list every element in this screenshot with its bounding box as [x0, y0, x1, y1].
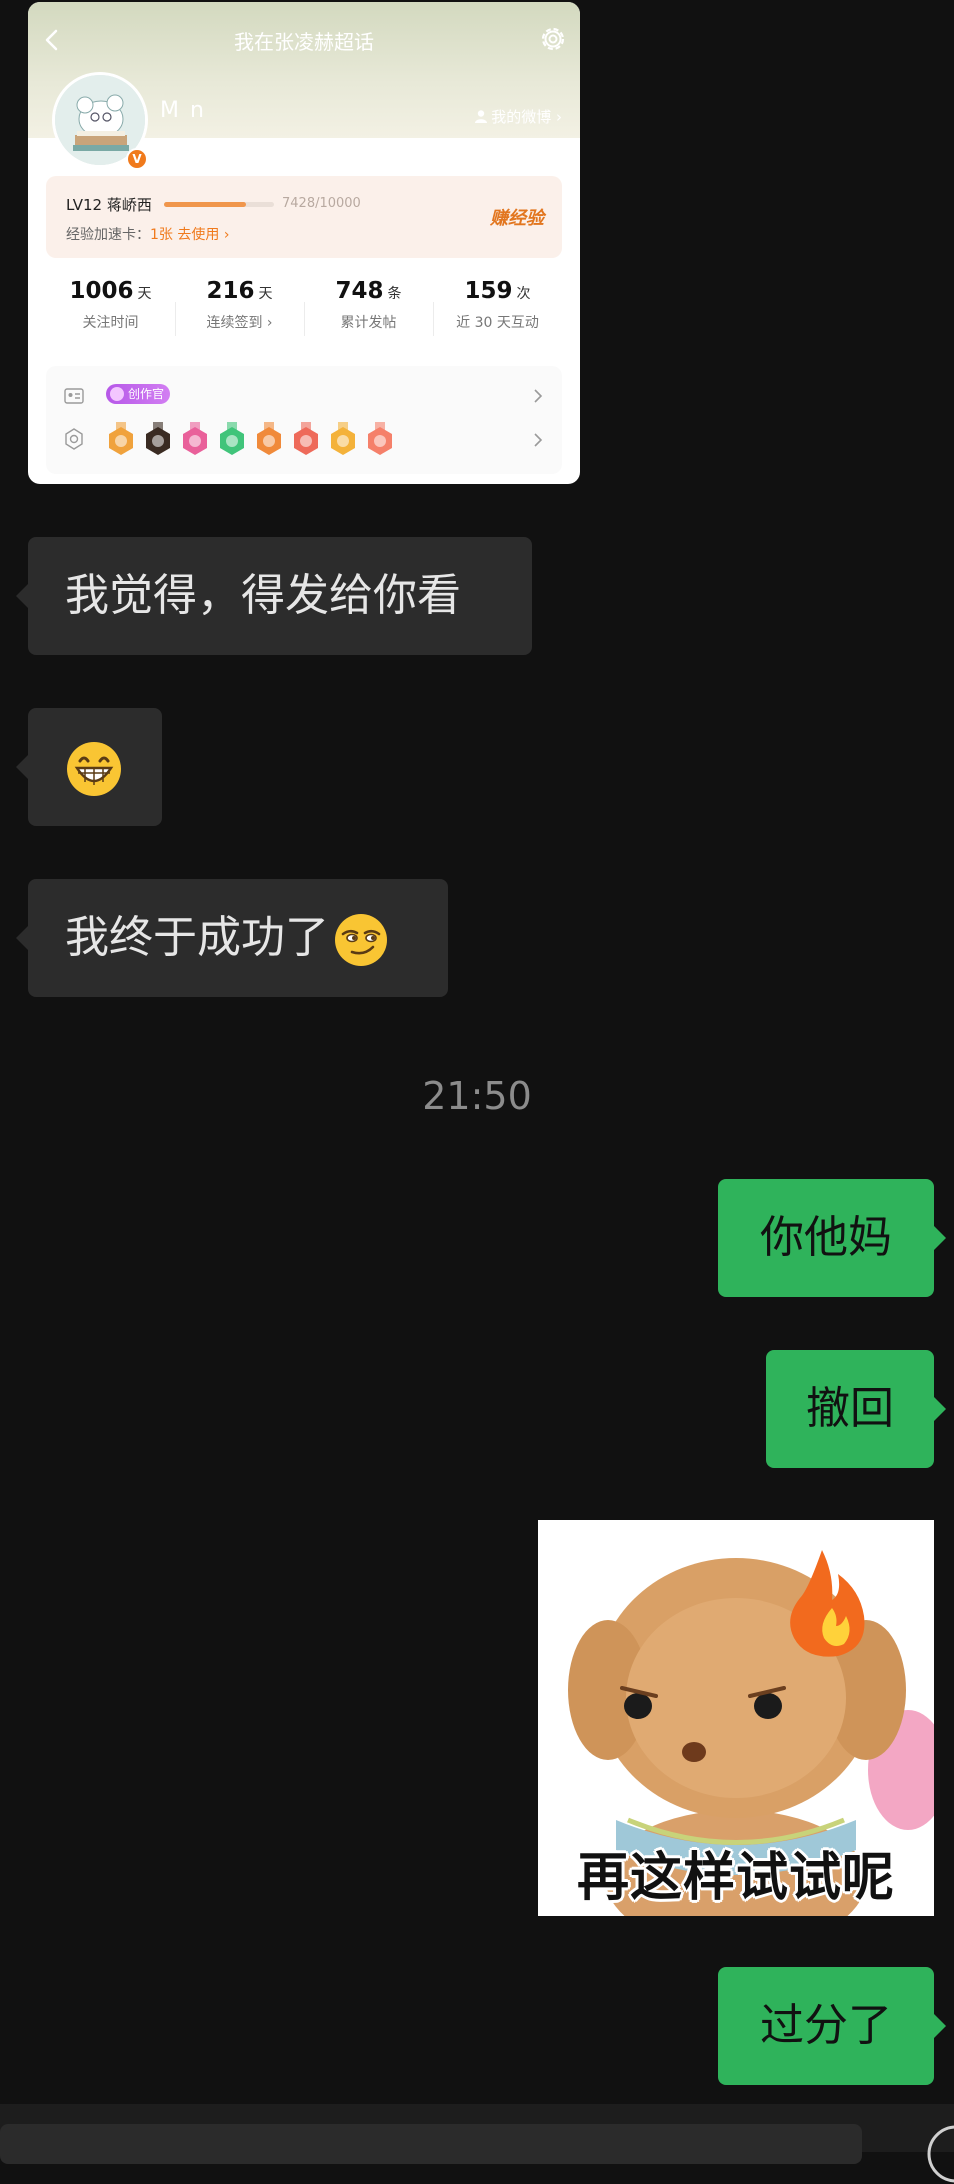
medal-badge-icon[interactable]	[217, 422, 247, 456]
supertopic-title: 我在张凌赫超话	[234, 30, 374, 54]
grinning-face-icon	[67, 742, 121, 796]
chevron-right-icon[interactable]	[532, 432, 544, 448]
sticker-message[interactable]: 再这样试试呢	[538, 1520, 934, 1916]
card-header: 我在张凌赫超话 V M n 我的微博 ›	[28, 2, 580, 170]
message-bubble-outgoing[interactable]: 你他妈	[718, 1179, 946, 1297]
smirking-face-icon	[335, 914, 387, 966]
level-label: LV12 蒋峤西	[66, 196, 152, 214]
stat-total-posts: 748 条 累计发帖	[304, 278, 433, 332]
level-progress-fill	[164, 202, 246, 207]
medal-badge-icon[interactable]	[143, 422, 173, 456]
verified-badge: V	[126, 148, 148, 170]
exp-card-count: 1张	[150, 227, 173, 243]
stat-unit: 次	[516, 286, 531, 302]
my-weibo-link[interactable]: 我的微博 ›	[474, 106, 562, 127]
message-text: 撤回	[806, 1383, 894, 1434]
message-text: 我觉得，得发给你看	[65, 570, 461, 621]
stat-value: 159	[464, 278, 513, 304]
chat-input-bar	[0, 2104, 954, 2164]
sticker-caption: 再这样试试呢	[576, 1848, 895, 1908]
stats-row: 1006 天 关注时间 216 天 连续签到 › 748 条 累计发帖 159 次 近 …	[46, 278, 562, 358]
chevron-right-icon[interactable]	[532, 388, 544, 404]
message-bubble-outgoing[interactable]: 撤回	[766, 1350, 946, 1468]
stat-value: 748	[335, 278, 384, 304]
stat-unit: 条	[387, 286, 402, 302]
badge-panel: 创作官	[46, 366, 562, 474]
message-text: 过分了	[760, 2000, 892, 2051]
message-bubble-outgoing[interactable]: 过分了	[718, 1967, 946, 2085]
level-progress-bar	[164, 202, 274, 207]
level-progress-text: 7428/10000	[282, 196, 361, 211]
creator-tag[interactable]: 创作官	[106, 384, 171, 404]
exp-card-prefix: 经验加速卡：	[66, 227, 150, 243]
medal-badge-icon[interactable]	[365, 422, 395, 456]
gear-icon[interactable]	[538, 24, 568, 54]
medal-badge-icon[interactable]	[180, 422, 210, 456]
stat-unit: 天	[258, 286, 273, 302]
message-bubble-incoming[interactable]: 我终于成功了	[16, 879, 448, 997]
stat-label: 关注时间	[82, 315, 139, 331]
person-icon	[475, 110, 488, 123]
my-weibo-label: 我的微博 ›	[491, 108, 562, 126]
level-panel: LV12 蒋峤西 7428/10000 经验加速卡：1张 去使用 › 赚经验	[46, 176, 562, 258]
message-text: 我终于成功了	[65, 912, 329, 963]
exp-card-use-link[interactable]: 去使用 ›	[177, 227, 229, 243]
stat-label: 近 30 天互动	[456, 315, 539, 331]
medal-icon	[65, 428, 83, 450]
medal-badge-icon[interactable]	[254, 422, 284, 456]
stat-value: 216	[206, 278, 255, 304]
stat-value: 1006	[69, 278, 134, 304]
stat-label: 累计发帖	[340, 315, 397, 331]
message-bubble-incoming[interactable]: 我觉得，得发给你看	[16, 537, 532, 655]
stat-label: 连续签到 ›	[206, 315, 273, 331]
medal-badge-icon[interactable]	[106, 422, 136, 456]
shared-screenshot-image[interactable]: 我在张凌赫超话 V M n 我的微博 › LV12 蒋峤西 7428/10000…	[28, 2, 580, 484]
stat-follow-days: 1006 天 关注时间	[46, 278, 175, 332]
user-name: M n	[160, 98, 206, 123]
message-timestamp: 21:50	[422, 1074, 532, 1118]
stat-checkin-streak[interactable]: 216 天 连续签到 ›	[175, 278, 304, 332]
medal-badge-icon[interactable]	[291, 422, 321, 456]
id-card-icon	[64, 388, 84, 404]
stat-interactions: 159 次 近 30 天互动	[433, 278, 562, 332]
exp-card-row[interactable]: 经验加速卡：1张 去使用 ›	[66, 224, 229, 244]
medal-badge-icon[interactable]	[328, 422, 358, 456]
message-bubble-incoming[interactable]	[16, 708, 162, 826]
message-input[interactable]	[0, 2124, 862, 2164]
earn-exp-button[interactable]: 赚经验	[490, 204, 544, 230]
stat-unit: 天	[137, 286, 152, 302]
emoji-button-icon[interactable]	[926, 2124, 954, 2184]
message-text: 你他妈	[760, 1212, 892, 1263]
